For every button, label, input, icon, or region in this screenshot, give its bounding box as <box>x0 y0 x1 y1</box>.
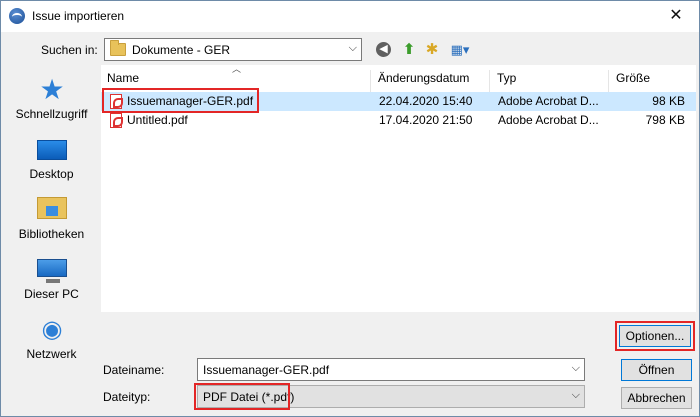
pdf-file-icon <box>110 94 123 109</box>
close-button[interactable]: ✕ <box>653 1 699 31</box>
place-label: Bibliotheken <box>18 227 85 241</box>
place-label: Dieser PC <box>24 287 79 301</box>
filetype-dropdown[interactable]: PDF Datei (*.pdf) ⌵ <box>197 385 585 408</box>
file-size: 98 KB <box>652 94 685 108</box>
column-header-name[interactable]: Name <box>101 70 371 92</box>
pdf-file-icon <box>110 113 123 128</box>
places-bar: ★ Schnellzugriff Desktop Bibliotheken Di… <box>8 65 95 402</box>
file-type: Adobe Acrobat D... <box>498 113 599 127</box>
place-label: Schnellzugriff <box>15 107 88 121</box>
file-row[interactable]: Issuemanager-GER.pdf 22.04.2020 15:40 Ad… <box>101 92 696 111</box>
file-date: 17.04.2020 21:50 <box>379 113 473 127</box>
file-type: Adobe Acrobat D... <box>498 94 599 108</box>
options-button[interactable]: Optionen... <box>619 325 691 347</box>
window-title: Issue importieren <box>32 9 125 23</box>
file-name: Issuemanager-GER.pdf <box>127 94 254 108</box>
file-size: 798 KB <box>645 113 685 127</box>
back-icon[interactable]: ◀ <box>376 42 391 57</box>
computer-icon <box>37 259 67 283</box>
file-date: 22.04.2020 15:40 <box>379 94 473 108</box>
filename-combo[interactable]: ⌵ <box>197 358 585 381</box>
file-name: Untitled.pdf <box>127 113 188 127</box>
chevron-down-icon[interactable]: ⌵ <box>572 362 580 375</box>
column-header-type[interactable]: Typ <box>491 70 609 92</box>
new-folder-icon[interactable]: ✱ <box>422 40 442 60</box>
file-list[interactable]: ︿ Name Änderungsdatum Typ Größe Issueman… <box>101 64 696 312</box>
desktop-icon <box>37 140 67 160</box>
column-header-size[interactable]: Größe <box>610 70 695 92</box>
chevron-down-icon: ⌵ <box>571 389 580 401</box>
look-in-label: Suchen in: <box>41 43 98 57</box>
place-label: Netzwerk <box>26 347 77 361</box>
view-menu-icon[interactable]: ▦▾ <box>447 40 473 60</box>
place-network[interactable]: ◉ Netzwerk <box>8 317 95 373</box>
star-icon: ★ <box>39 74 65 105</box>
look-in-dropdown[interactable]: Dokumente - GER ⌵ <box>104 38 362 61</box>
place-libraries[interactable]: Bibliotheken <box>8 197 95 253</box>
title-bar: Issue importieren ✕ <box>1 1 699 32</box>
filename-input[interactable] <box>199 360 559 379</box>
place-label: Desktop <box>29 167 74 181</box>
up-folder-icon[interactable]: ⬆ <box>399 40 419 60</box>
cancel-button[interactable]: Abbrechen <box>621 387 692 409</box>
place-desktop[interactable]: Desktop <box>8 137 95 193</box>
folder-icon <box>110 40 126 56</box>
filetype-value: PDF Datei (*.pdf) <box>203 390 295 404</box>
file-open-dialog: Issue importieren ✕ Suchen in: Dokumente… <box>0 0 700 417</box>
open-button[interactable]: Öffnen <box>621 359 692 381</box>
column-header-date[interactable]: Änderungsdatum <box>372 70 490 92</box>
filetype-label: Dateityp: <box>103 390 151 404</box>
filename-label: Dateiname: <box>103 363 165 377</box>
file-row[interactable]: Untitled.pdf 17.04.2020 21:50 Adobe Acro… <box>101 111 696 130</box>
chevron-down-icon: ⌵ <box>348 42 357 54</box>
network-icon: ◉ <box>41 316 63 343</box>
look-in-value: Dokumente - GER <box>132 43 231 57</box>
place-quick-access[interactable]: ★ Schnellzugriff <box>8 74 95 133</box>
place-this-pc[interactable]: Dieser PC <box>8 257 95 313</box>
app-logo-icon <box>9 8 25 24</box>
libraries-icon <box>37 197 67 219</box>
